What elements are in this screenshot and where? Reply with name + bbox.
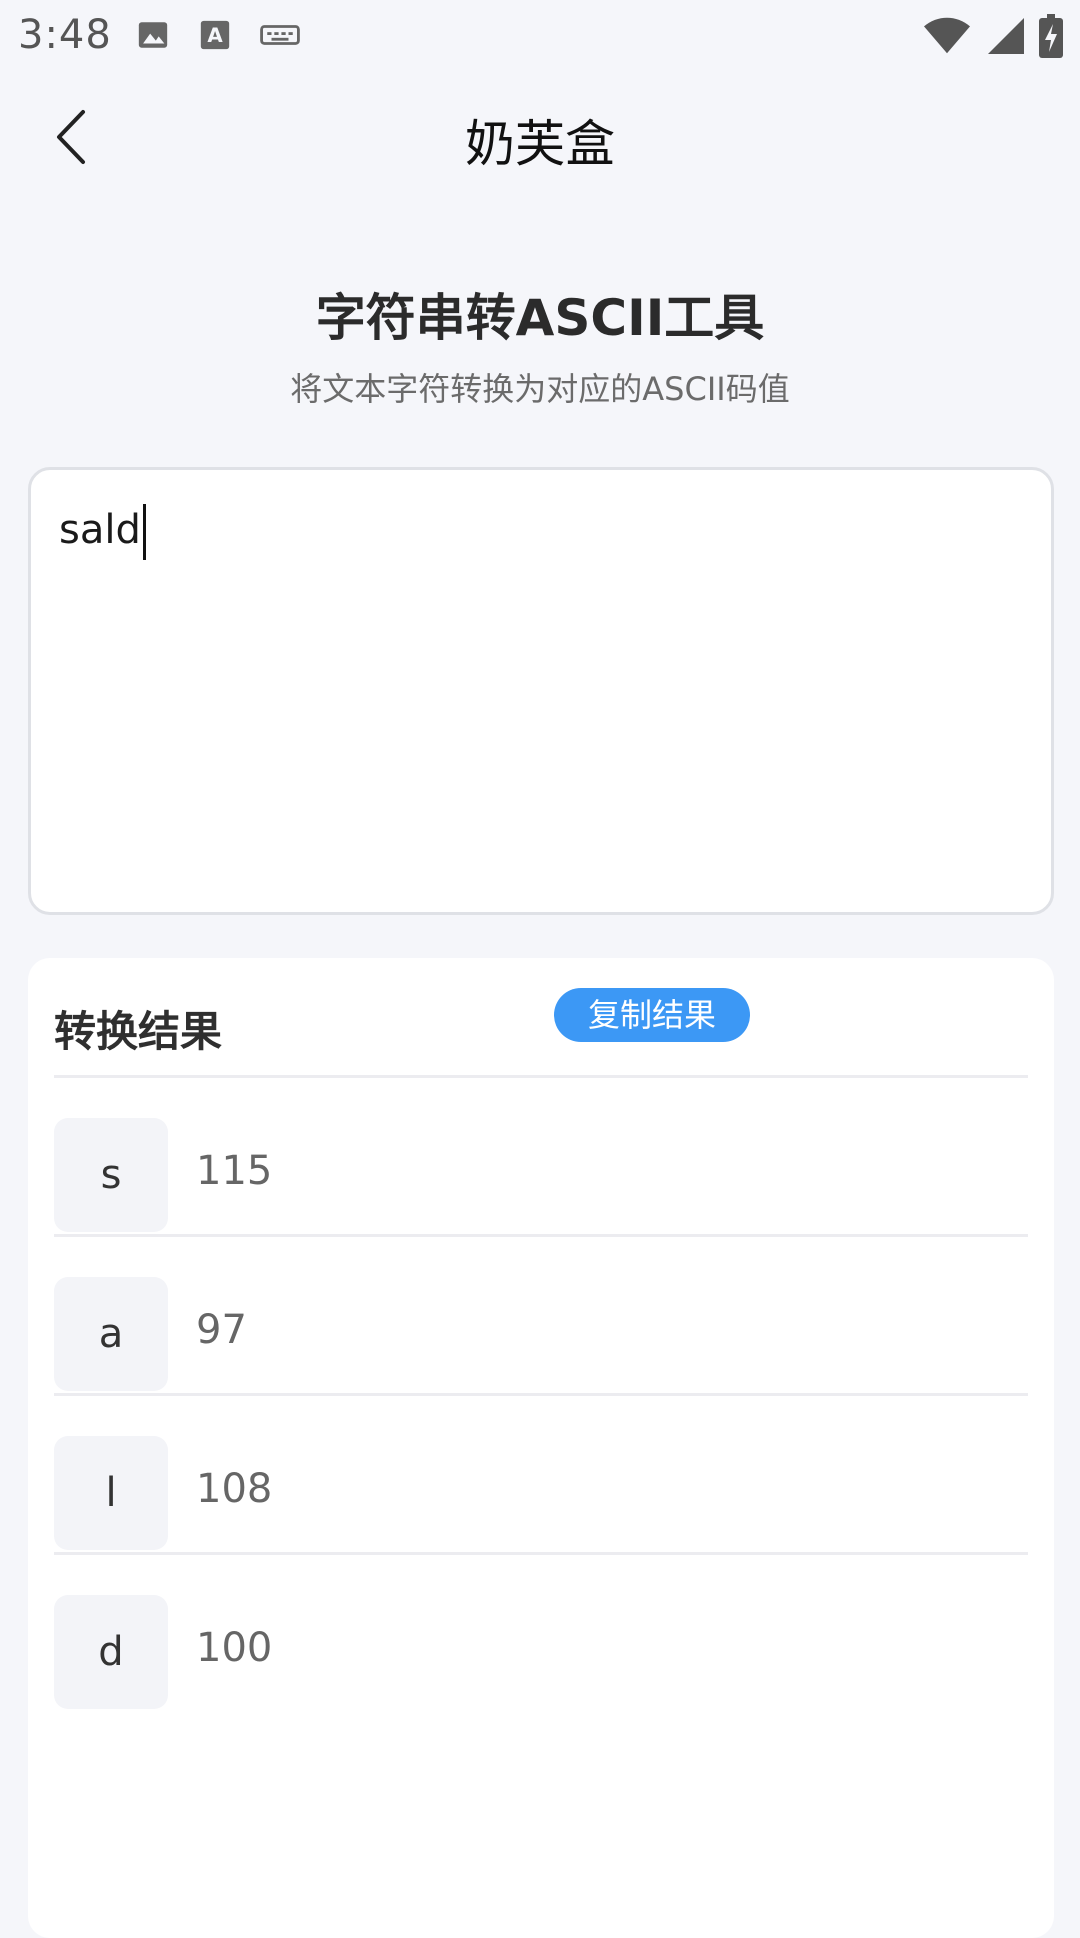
copy-result-button[interactable]: 复制结果 (554, 988, 750, 1042)
result-card: 转换结果 复制结果 s 115 a 97 l 108 d 100 (28, 958, 1054, 1938)
nav-bar: 奶芙盒 (0, 72, 1080, 202)
result-row: l 108 (54, 1396, 1028, 1555)
result-header: 转换结果 复制结果 (54, 984, 1028, 1078)
status-system-icons (924, 14, 1064, 58)
text-input[interactable]: sald (28, 467, 1054, 915)
result-char: a (54, 1277, 168, 1391)
result-char: l (54, 1436, 168, 1550)
text-cursor (142, 504, 146, 560)
result-row: d 100 (54, 1555, 1028, 1714)
result-list: s 115 a 97 l 108 d 100 (54, 1078, 1028, 1714)
tool-subtitle: 将文本字符转换为对应的ASCII码值 (290, 370, 790, 408)
keyboard-icon (260, 25, 300, 45)
status-time: 3:48 (18, 12, 112, 58)
result-ascii-value: 115 (196, 1148, 273, 1194)
result-row: a 97 (54, 1237, 1028, 1396)
battery-charging-icon (1039, 14, 1063, 58)
tool-title: 字符串转ASCII工具 (315, 289, 765, 347)
text-input-value: sald (59, 507, 141, 553)
status-bar: 3:48 A (0, 0, 1080, 72)
page-title: 奶芙盒 (465, 115, 615, 173)
svg-text:A: A (207, 24, 223, 47)
wifi-icon (924, 17, 970, 54)
image-icon (138, 22, 168, 48)
result-char: s (54, 1118, 168, 1232)
result-row: s 115 (54, 1078, 1028, 1237)
status-notification-icons: A (136, 18, 300, 52)
signal-icon (988, 18, 1024, 54)
result-title: 转换结果 (54, 1007, 223, 1056)
result-ascii-value: 108 (196, 1466, 273, 1512)
result-char: d (54, 1595, 168, 1709)
text-a-icon: A (200, 20, 230, 50)
result-ascii-value: 97 (196, 1307, 247, 1353)
result-ascii-value: 100 (196, 1625, 273, 1671)
